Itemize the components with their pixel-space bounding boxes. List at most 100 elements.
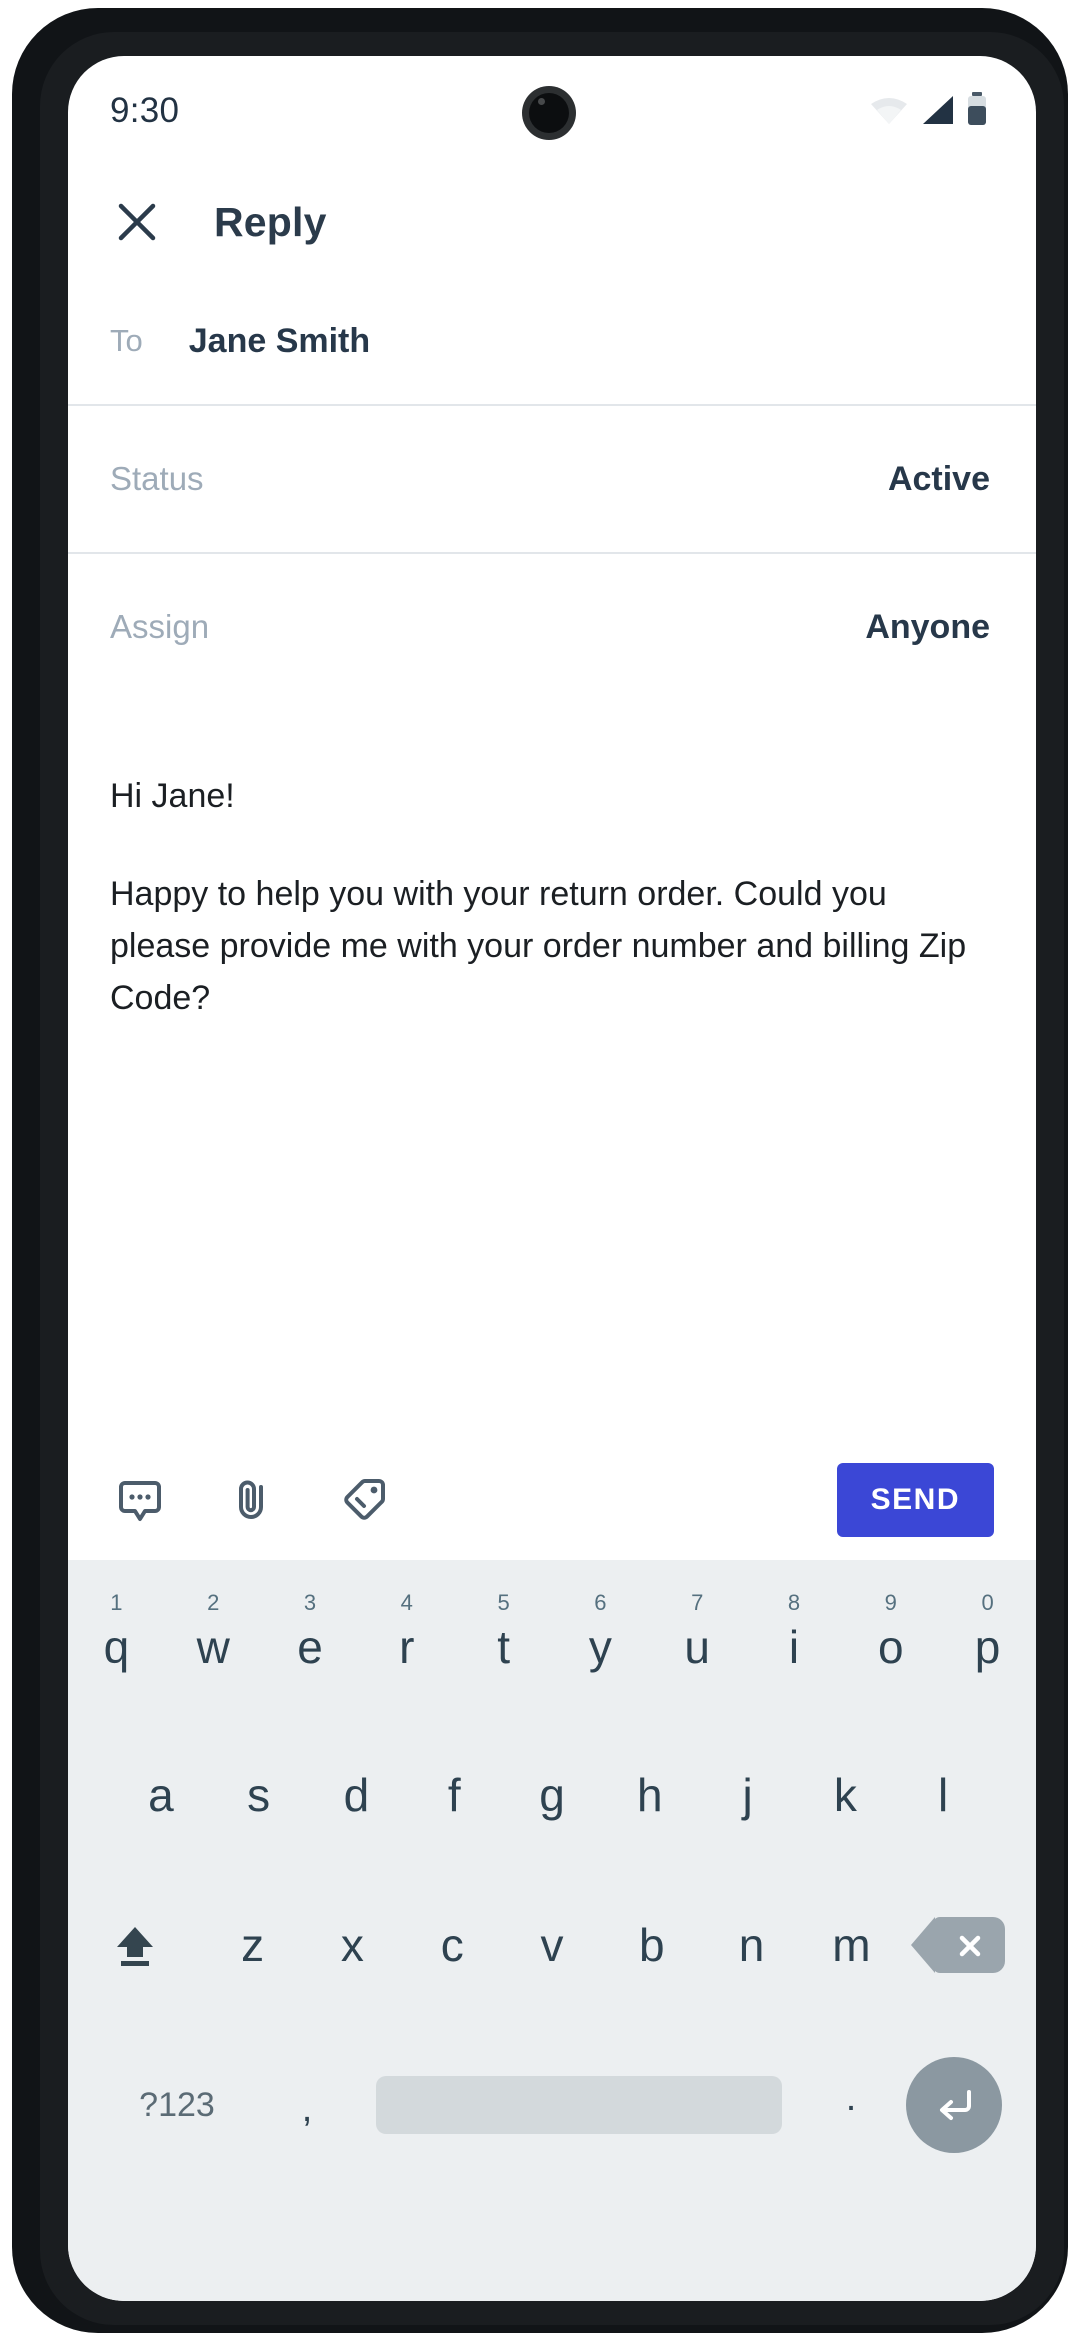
key-e-number: 3 (303, 1590, 317, 1615)
to-value: Jane Smith (188, 321, 371, 360)
key-r[interactable]: 4 r (358, 1588, 455, 1706)
enter-icon (940, 2090, 971, 2120)
phone-bezel: 9:30 Reply To Jane Smith Status Active A… (40, 32, 1064, 2325)
backspace-icon (910, 1917, 1005, 1973)
key-o[interactable]: 9 o (842, 1588, 939, 1706)
key-p-letter: p (974, 1621, 1001, 1673)
key-u[interactable]: 7 u (649, 1588, 746, 1706)
keyboard-row-1: 1 q 2 w 3 e 4 r 5 t 6 y 7 u 8 i 9 o 0 p (68, 1560, 1036, 1720)
key-m[interactable]: m (802, 1886, 902, 2004)
key-n[interactable]: n (702, 1886, 802, 2004)
key-j[interactable]: j (699, 1736, 797, 1854)
close-button[interactable] (108, 193, 166, 251)
phone-screen: 9:30 Reply To Jane Smith Status Active A… (68, 56, 1036, 2301)
compose-toolbar: SEND (68, 1440, 1036, 1560)
key-g-letter: g (539, 1769, 565, 1821)
key-e[interactable]: 3 e (262, 1588, 359, 1706)
key-h[interactable]: h (601, 1736, 699, 1854)
key-y-number: 6 (594, 1590, 607, 1615)
key-t-number: 5 (497, 1590, 510, 1615)
cellular-signal-icon (919, 94, 955, 131)
key-s[interactable]: s (210, 1736, 308, 1854)
key-c-letter: c (440, 1919, 464, 1971)
symbols-key[interactable]: ?123 (102, 2086, 252, 2125)
key-y-letter: y (588, 1621, 612, 1673)
key-y[interactable]: 6 y (552, 1588, 649, 1706)
key-k[interactable]: k (796, 1736, 894, 1854)
message-greeting: Hi Jane! (110, 777, 235, 815)
spacebar-key[interactable] (376, 2076, 782, 2134)
key-k-letter: k (833, 1769, 857, 1821)
key-d-letter: d (343, 1769, 370, 1821)
key-h-letter: h (636, 1769, 663, 1821)
close-icon (118, 203, 156, 241)
keyboard-row-2: a s d f g h j k l (68, 1720, 1036, 1870)
status-bar-time: 9:30 (110, 91, 180, 130)
canned-response-button[interactable] (110, 1470, 170, 1530)
attachment-button[interactable] (222, 1470, 282, 1530)
key-o-letter: o (877, 1621, 904, 1673)
key-z-letter: z (241, 1919, 265, 1971)
key-x[interactable]: x (303, 1886, 403, 2004)
key-a-letter: a (148, 1769, 174, 1821)
key-i-number: 8 (787, 1590, 801, 1615)
key-v-letter: v (540, 1919, 564, 1971)
enter-key[interactable] (906, 2057, 1002, 2153)
key-r-number: 4 (400, 1590, 413, 1615)
message-body-editor[interactable]: Hi Jane! Happy to help you with your ret… (68, 700, 1036, 1440)
field-row-status[interactable]: Status Active (68, 404, 1036, 552)
key-j-letter: j (742, 1769, 753, 1821)
send-button[interactable]: SEND (836, 1463, 994, 1537)
backspace-key[interactable] (901, 1886, 1036, 2004)
key-t[interactable]: 5 t (455, 1588, 552, 1706)
tag-button[interactable] (334, 1470, 394, 1530)
key-l-letter: l (938, 1769, 949, 1821)
comma-key[interactable]: , (252, 2080, 362, 2131)
key-t-letter: t (497, 1621, 510, 1673)
app-bar: Reply (68, 166, 1036, 278)
field-row-assign[interactable]: Assign Anyone (68, 552, 1036, 700)
key-r-letter: r (399, 1621, 415, 1673)
key-s-letter: s (247, 1769, 271, 1821)
key-q[interactable]: 1 q (68, 1588, 165, 1706)
battery-icon (966, 91, 988, 131)
key-g[interactable]: g (503, 1736, 601, 1854)
key-l[interactable]: l (894, 1736, 992, 1854)
field-row-to[interactable]: To Jane Smith (68, 278, 1036, 404)
key-m-letter: m (832, 1919, 871, 1971)
tag-icon (344, 1479, 385, 1520)
key-v[interactable]: v (502, 1886, 602, 2004)
phone-frame: 9:30 Reply To Jane Smith Status Active A… (12, 8, 1068, 2333)
key-i[interactable]: 8 i (746, 1588, 843, 1706)
key-q-letter: q (103, 1621, 130, 1673)
to-label: To (110, 323, 143, 358)
page-title: Reply (214, 198, 327, 245)
assign-label: Assign (110, 608, 210, 645)
key-b[interactable]: b (602, 1886, 702, 2004)
key-p-number: 0 (981, 1590, 994, 1615)
wifi-icon (870, 96, 908, 131)
key-z[interactable]: z (203, 1886, 303, 2004)
key-a[interactable]: a (112, 1736, 210, 1854)
period-key[interactable]: . (796, 2077, 906, 2134)
key-f-letter: f (447, 1769, 461, 1821)
key-f[interactable]: f (405, 1736, 503, 1854)
status-bar-icons (870, 91, 988, 131)
status-value: Active (887, 459, 990, 498)
key-w-number: 2 (207, 1590, 220, 1615)
message-paragraph: Happy to help you with your return order… (110, 875, 967, 1017)
keyboard-row-3: z x c v b n m (68, 1870, 1036, 2020)
shift-key[interactable] (68, 1886, 203, 2004)
key-d[interactable]: d (308, 1736, 406, 1854)
canned-response-icon (119, 1481, 161, 1521)
key-w[interactable]: 2 w (165, 1588, 262, 1706)
key-u-letter: u (684, 1621, 710, 1673)
key-w-letter: w (196, 1621, 230, 1673)
key-n-letter: n (738, 1919, 765, 1971)
key-c[interactable]: c (402, 1886, 502, 2004)
key-p[interactable]: 0 p (939, 1588, 1036, 1706)
key-x-letter: x (340, 1919, 364, 1971)
key-q-number: 1 (110, 1590, 123, 1615)
status-label: Status (110, 460, 204, 497)
attachment-icon (239, 1480, 263, 1519)
